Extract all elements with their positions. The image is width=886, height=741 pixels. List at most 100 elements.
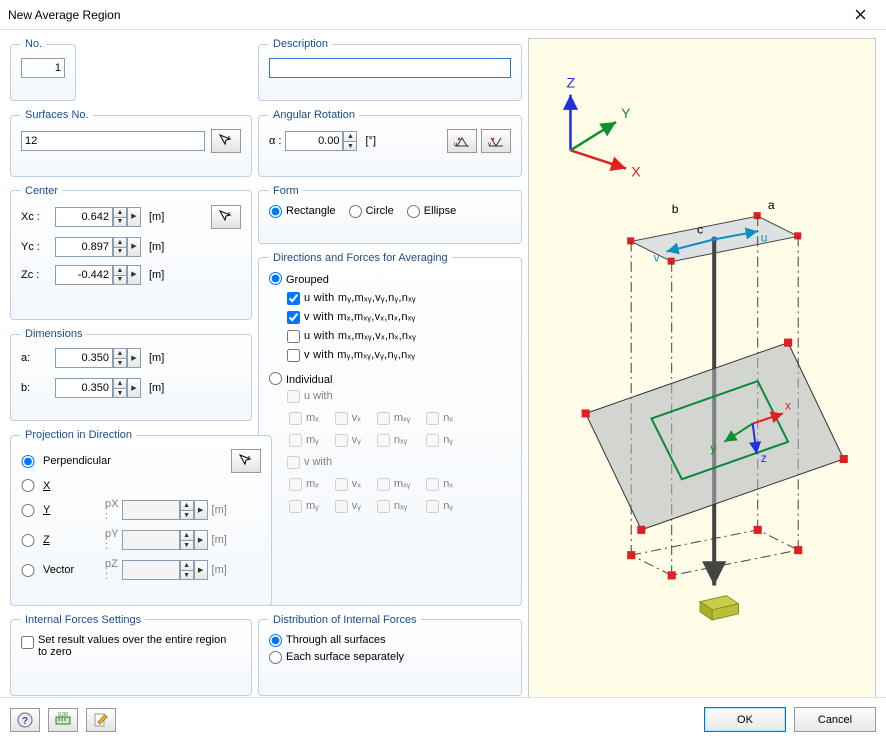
pick-center-button[interactable]: [211, 205, 241, 229]
alpha-spin-down[interactable]: ▼: [343, 141, 357, 151]
xc-input[interactable]: [55, 207, 113, 227]
u-ny-check[interactable]: nᵧ: [426, 434, 453, 447]
v-mxy-check[interactable]: mₓᵧ: [377, 478, 410, 491]
mode-grouped-radio[interactable]: Grouped: [269, 272, 501, 286]
no-group: No.: [10, 38, 76, 101]
u-nx-check[interactable]: nₓ: [426, 412, 453, 425]
px-input[interactable]: [122, 500, 180, 520]
yc-spin-down[interactable]: ▼: [113, 247, 127, 257]
form-circle-radio[interactable]: Circle: [349, 205, 394, 218]
preview-panel: Z X Y a b c u v: [528, 38, 876, 708]
close-button[interactable]: [840, 1, 880, 29]
svg-text:u: u: [454, 142, 457, 148]
preview-illustration-icon: Z X Y a b c u v: [530, 39, 874, 707]
svg-text:Z: Z: [566, 76, 575, 92]
description-legend: Description: [269, 38, 332, 50]
form-rectangle-label: Rectangle: [286, 205, 336, 217]
py-spin-down[interactable]: ▼: [180, 540, 194, 550]
pick-projection-button[interactable]: [231, 449, 261, 473]
a-spin-down[interactable]: ▼: [113, 358, 127, 368]
b-spin-down[interactable]: ▼: [113, 388, 127, 398]
grouped-check-4[interactable]: v with mᵧ,mₓᵧ,vᵧ,nᵧ,nₓᵧ: [287, 349, 501, 362]
yc-aux-button[interactable]: ▶: [127, 237, 141, 257]
v-nxy-check[interactable]: nₓᵧ: [377, 500, 407, 513]
surfaces-input[interactable]: [21, 131, 205, 151]
svg-text:0.00: 0.00: [58, 712, 68, 718]
help-button[interactable]: ?: [10, 708, 40, 732]
no-input[interactable]: [21, 58, 65, 78]
proj-z-radio[interactable]: [21, 534, 35, 547]
zc-input[interactable]: [55, 265, 113, 285]
svg-text:b: b: [672, 202, 679, 216]
individual-v-check[interactable]: v with: [287, 456, 332, 469]
a-spin-up[interactable]: ▲: [113, 348, 127, 358]
alpha-input[interactable]: [285, 131, 343, 151]
proj-y-radio[interactable]: [21, 504, 35, 517]
pz-aux-button[interactable]: ▶: [194, 560, 208, 580]
xc-spin-up[interactable]: ▲: [113, 207, 127, 217]
a-input[interactable]: [55, 348, 113, 368]
px-spin-down[interactable]: ▼: [180, 510, 194, 520]
form-rectangle-radio[interactable]: Rectangle: [269, 205, 336, 218]
xc-aux-button[interactable]: ▶: [127, 207, 141, 227]
zc-spin-down[interactable]: ▼: [113, 275, 127, 285]
individual-u-label: u with: [304, 390, 333, 402]
pz-input[interactable]: [122, 560, 180, 580]
px-aux-button[interactable]: ▶: [194, 500, 208, 520]
orient-v-button[interactable]: v: [481, 129, 511, 153]
projection-group: Projection in Direction Perpendicular X …: [10, 429, 272, 605]
v-mx-check[interactable]: mₓ: [289, 478, 319, 491]
ok-button[interactable]: OK: [704, 707, 786, 732]
zc-aux-button[interactable]: ▶: [127, 265, 141, 285]
grouped-check-1[interactable]: u with mᵧ,mₓᵧ,vᵧ,nᵧ,nₓᵧ: [287, 292, 501, 305]
grouped-check-2[interactable]: v with mₓ,mₓᵧ,vₓ,nₓ,nₓᵧ: [287, 311, 501, 324]
a-aux-button[interactable]: ▶: [127, 348, 141, 368]
ifs-zero-check[interactable]: Set result values over the entire region…: [21, 634, 231, 658]
zc-spin-up[interactable]: ▲: [113, 265, 127, 275]
u-vy-check[interactable]: vᵧ: [335, 434, 361, 447]
notes-button[interactable]: [86, 708, 116, 732]
pick-surfaces-button[interactable]: [211, 129, 241, 153]
v-ny-check[interactable]: nᵧ: [426, 500, 453, 513]
py-spin-up[interactable]: ▲: [180, 530, 194, 540]
yc-input[interactable]: [55, 237, 113, 257]
orient-u-button[interactable]: u: [447, 129, 477, 153]
proj-vector-radio[interactable]: [21, 564, 35, 577]
mode-grouped-label: Grouped: [286, 274, 329, 286]
v-my-check[interactable]: mᵧ: [289, 500, 319, 513]
b-spin-up[interactable]: ▲: [113, 378, 127, 388]
u-mx-check[interactable]: mₓ: [289, 412, 319, 425]
v-vx-check[interactable]: vₓ: [335, 478, 361, 491]
v-nx-check[interactable]: nₓ: [426, 478, 453, 491]
u-mxy-check[interactable]: mₓᵧ: [377, 412, 410, 425]
v-vy-check[interactable]: vᵧ: [335, 500, 361, 513]
u-my-check[interactable]: mᵧ: [289, 434, 319, 447]
proj-perp-radio[interactable]: [21, 455, 35, 468]
grouped-check-3[interactable]: u with mₓ,mₓᵧ,vₓ,nₓ,nₓᵧ: [287, 330, 501, 343]
units-button[interactable]: 0.00: [48, 708, 78, 732]
px-spin-up[interactable]: ▲: [180, 500, 194, 510]
dist-each-radio[interactable]: Each surface separately: [269, 651, 501, 664]
individual-u-check[interactable]: u with: [287, 390, 333, 403]
xc-spin-down[interactable]: ▼: [113, 217, 127, 227]
u-nxy-check[interactable]: nₓᵧ: [377, 434, 407, 447]
py-input[interactable]: [122, 530, 180, 550]
b-aux-button[interactable]: ▶: [127, 378, 141, 398]
dist-all-radio[interactable]: Through all surfaces: [269, 634, 501, 647]
proj-x-radio[interactable]: [21, 479, 35, 492]
u-vx-check[interactable]: vₓ: [335, 412, 361, 425]
orient-v-icon: v: [487, 132, 505, 150]
pz-spin-up[interactable]: ▲: [180, 560, 194, 570]
pz-spin-down[interactable]: ▼: [180, 570, 194, 580]
yc-spin-up[interactable]: ▲: [113, 237, 127, 247]
pencil-note-icon: [92, 711, 110, 729]
alpha-spin-up[interactable]: ▲: [343, 131, 357, 141]
mode-individual-radio[interactable]: Individual: [269, 372, 511, 386]
b-input[interactable]: [55, 378, 113, 398]
description-input[interactable]: [269, 58, 511, 78]
form-ellipse-radio[interactable]: Ellipse: [407, 205, 456, 218]
proj-z-label: Z: [43, 534, 101, 546]
pick-icon: [218, 209, 234, 225]
py-aux-button[interactable]: ▶: [194, 530, 208, 550]
cancel-button[interactable]: Cancel: [794, 707, 876, 732]
